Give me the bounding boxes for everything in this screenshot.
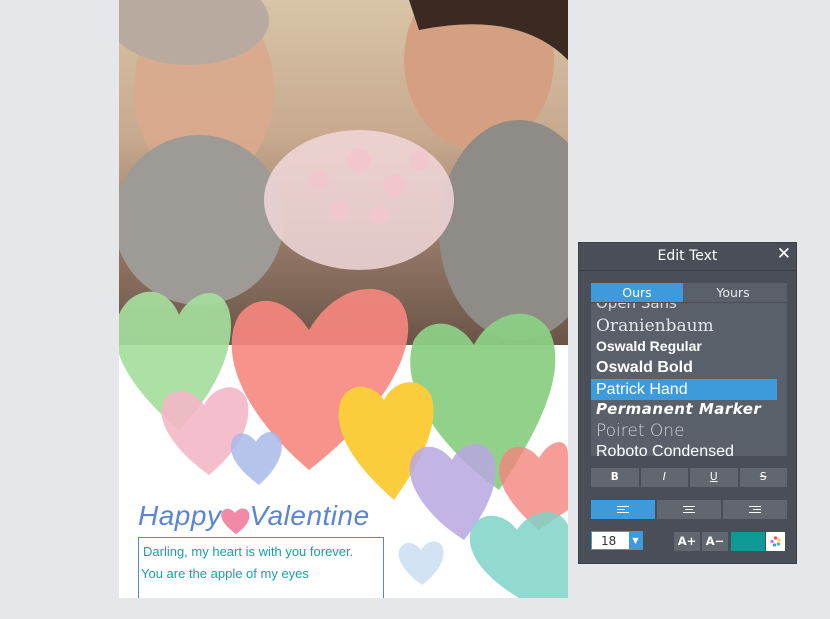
selected-text-box[interactable]: Darling, my heart is with you forever. Y… [138,537,384,598]
align-right-button[interactable] [723,500,787,519]
font-item-permanent-marker[interactable]: Permanent Marker [591,399,777,420]
font-item-patrick-hand[interactable]: Patrick Hand [591,379,777,400]
font-item-roboto-condensed[interactable]: Roboto Condensed [591,441,777,456]
palette-icon [770,536,781,547]
font-item-open-sans[interactable]: Open Sans [591,303,777,314]
card-canvas[interactable]: Happy Valentine Darling, my heart is with… [119,0,568,598]
man-scarf [439,120,568,340]
font-item-oswald-bold[interactable]: Oswald Bold [591,357,777,378]
font-source-tabs: Ours Yours [591,283,787,302]
color-picker-button[interactable] [766,532,785,551]
italic-button[interactable]: I [640,468,688,487]
align-left-icon [617,506,629,515]
tab-yours[interactable]: Yours [687,283,779,302]
font-list[interactable]: Open Sans Oranienbaum Oswald Regular Osw… [591,303,787,456]
greeting-word-happy: Happy [138,500,222,531]
tab-ours[interactable]: Ours [591,283,683,302]
text-align-buttons [591,500,787,519]
panel-header: Edit Text ✕ [579,243,796,271]
bold-button[interactable]: B [591,468,639,487]
panel-title: Edit Text [657,248,718,264]
message-line-2[interactable]: You are the apple of my eyes [141,566,309,581]
greeting-word-valentine: Valentine [249,500,370,531]
chevron-down-icon[interactable]: ▼ [629,532,642,549]
font-item-oswald-regular[interactable]: Oswald Regular [591,336,777,357]
message-line-1[interactable]: Darling, my heart is with you forever. [143,544,353,559]
align-left-button[interactable] [591,500,655,519]
align-center-icon [683,506,695,515]
font-size-input[interactable] [592,532,628,549]
align-center-button[interactable] [657,500,721,519]
text-style-buttons: B I U S [591,468,787,487]
underline-button[interactable]: U [690,468,738,487]
strikethrough-button[interactable]: S [739,468,787,487]
font-item-oranienbaum[interactable]: Oranienbaum [591,316,777,337]
close-icon[interactable]: ✕ [777,244,791,264]
font-size-select[interactable]: ▼ [591,531,643,550]
text-color-swatch[interactable] [731,532,765,551]
font-item-poiret-one[interactable]: Poiret One [591,421,777,442]
decrease-size-button[interactable]: A− [702,532,728,551]
increase-size-button[interactable]: A+ [674,532,700,551]
align-right-icon [749,506,761,515]
greeting-title[interactable]: Happy Valentine [138,500,438,540]
edit-text-panel: Edit Text ✕ Ours Yours Open Sans Oranien… [578,242,797,564]
woman-scarf [119,135,284,305]
